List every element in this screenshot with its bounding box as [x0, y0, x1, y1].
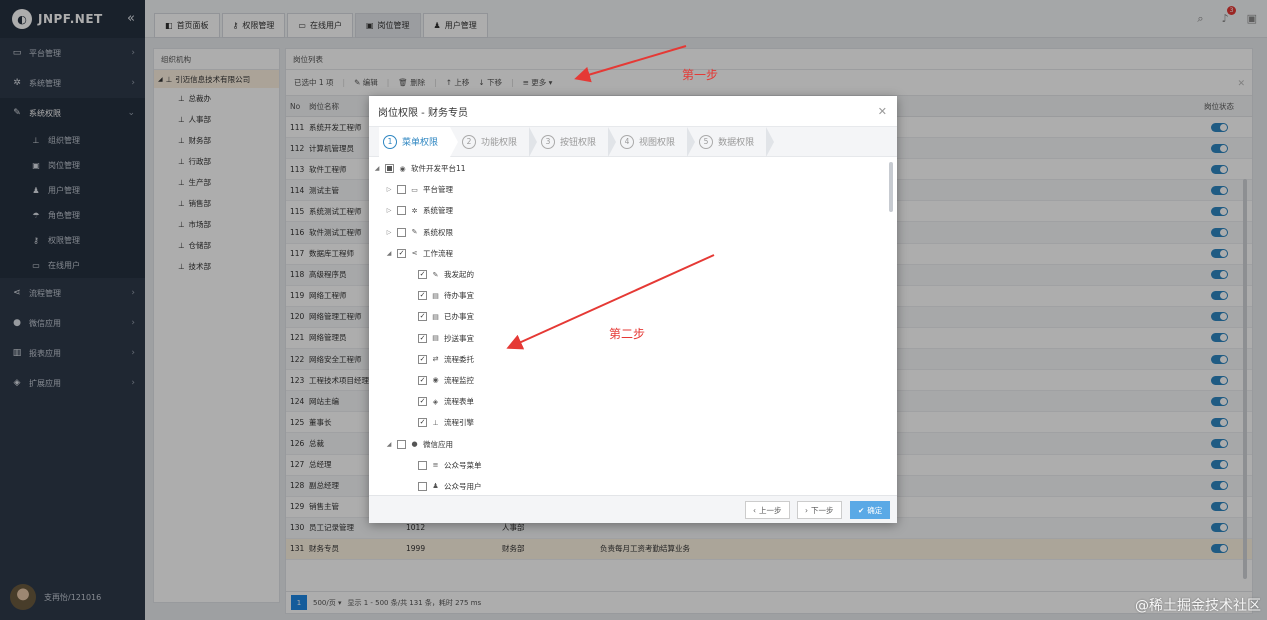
- arrow-step1: [574, 45, 687, 83]
- annotation-step2: 第二步: [609, 327, 646, 341]
- annotation-step1: 第一步: [682, 68, 719, 82]
- watermark: @稀土掘金技术社区: [1135, 598, 1261, 614]
- annotation-arrows: [506, 45, 715, 350]
